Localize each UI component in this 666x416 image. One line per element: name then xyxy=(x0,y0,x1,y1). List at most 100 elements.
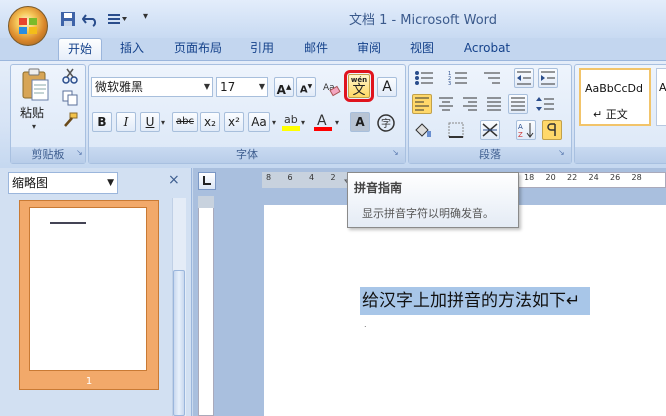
pane-view-value: 缩略图 xyxy=(12,176,49,190)
decrease-indent-icon[interactable] xyxy=(514,68,534,88)
svg-text:A: A xyxy=(317,113,327,129)
borders-icon[interactable] xyxy=(446,120,466,140)
font-name-select[interactable]: 微软雅黑 ▼ xyxy=(91,77,213,97)
shrink-font-icon[interactable]: A▼ xyxy=(296,77,316,97)
chevron-down-icon: ▼ xyxy=(107,178,114,188)
chevron-down-icon: ▼ xyxy=(203,82,210,91)
sort-icon[interactable]: AZ xyxy=(516,120,536,140)
svg-text:3: 3 xyxy=(448,81,451,87)
bold-button[interactable]: B xyxy=(92,112,112,132)
ruler-tick-label: 20 xyxy=(545,173,556,182)
ruler-tick-label: 8 xyxy=(266,173,272,182)
page-thumbnail[interactable] xyxy=(29,207,147,371)
char-border-button[interactable]: A xyxy=(377,77,397,97)
multilevel-list-icon[interactable] xyxy=(481,68,501,88)
align-center-icon[interactable] xyxy=(436,94,456,114)
style-next[interactable]: A xyxy=(656,68,666,126)
cursor-mark: . xyxy=(364,320,367,329)
tab-home[interactable]: 开始 xyxy=(58,38,102,60)
align-left-icon[interactable] xyxy=(412,94,432,114)
svg-text:ab: ab xyxy=(284,113,298,126)
grow-font-icon[interactable]: A▲ xyxy=(274,77,294,97)
window-title: 文档 1 - Microsoft Word xyxy=(348,13,498,28)
show-marks-icon[interactable] xyxy=(542,120,562,140)
ruler-tick-label: 6 xyxy=(287,173,293,182)
clipboard-group-label: 剪贴板 xyxy=(11,147,85,163)
tab-page-layout[interactable]: 页面布局 xyxy=(166,38,230,60)
superscript-button[interactable]: x² xyxy=(224,112,244,132)
align-right-icon[interactable] xyxy=(460,94,480,114)
office-logo-icon xyxy=(19,18,37,34)
paste-button[interactable]: 粘贴 xyxy=(20,104,52,121)
enclose-char-icon[interactable]: 字 xyxy=(375,112,395,132)
font-size-value: 17 xyxy=(220,80,236,94)
tooltip: 拼音指南 显示拼音字符以明确发音。 xyxy=(347,172,519,228)
distributed-icon[interactable] xyxy=(508,94,528,114)
tab-acrobat[interactable]: Acrobat xyxy=(456,38,518,60)
ruler-tick-label: 18 xyxy=(524,173,535,182)
ruler-tick-label: 4 xyxy=(309,173,315,182)
font-name-value: 微软雅黑 xyxy=(95,80,144,94)
svg-text:Z: Z xyxy=(518,131,523,139)
tab-selector-icon[interactable] xyxy=(198,172,216,190)
subscript-button[interactable]: x₂ xyxy=(200,112,220,132)
thumbnail-text-line xyxy=(50,222,86,224)
phonetic-guide-button[interactable]: wén 文 xyxy=(348,74,370,98)
char-shading-icon[interactable]: A xyxy=(350,112,370,132)
svg-text:字: 字 xyxy=(381,117,391,130)
paragraph-group-label: 段落 xyxy=(409,147,571,163)
tab-insert[interactable]: 插入 xyxy=(110,38,154,60)
pane-view-select[interactable]: 缩略图 ▼ xyxy=(8,172,118,194)
highlight-dropdown-icon[interactable]: ▾ xyxy=(301,118,305,127)
ruler-tick-label: 2 xyxy=(330,173,336,182)
style-name: ↵ 正文 xyxy=(593,108,628,121)
tooltip-description: 显示拼音字符以明确发音。 xyxy=(362,207,494,220)
increase-indent-icon[interactable] xyxy=(538,68,558,88)
close-icon[interactable]: × xyxy=(168,172,182,190)
italic-button[interactable]: I xyxy=(116,112,136,132)
paste-dropdown-icon[interactable]: ▾ xyxy=(32,122,36,131)
paste-icon[interactable] xyxy=(20,68,50,102)
phonetic-wen-char: 文 xyxy=(352,83,366,98)
font-color-icon[interactable]: A xyxy=(312,110,332,131)
paragraph-launcher-icon[interactable]: ↘ xyxy=(558,148,565,157)
tab-references[interactable]: 引用 xyxy=(240,38,284,60)
highlight-icon[interactable]: ab xyxy=(280,110,300,131)
font-launcher-icon[interactable]: ↘ xyxy=(392,148,399,157)
clear-format-icon[interactable]: Aa xyxy=(321,77,341,97)
clipboard-launcher-icon[interactable]: ↘ xyxy=(76,148,83,157)
underline-button[interactable]: U xyxy=(140,112,160,132)
office-button[interactable] xyxy=(8,6,48,46)
chevron-down-icon: ▼ xyxy=(258,82,265,91)
font-color-dropdown-icon[interactable]: ▾ xyxy=(335,118,339,127)
underline-dropdown-icon[interactable]: ▾ xyxy=(161,118,165,127)
numbering-icon[interactable]: 123 xyxy=(447,68,467,88)
font-size-select[interactable]: 17 ▼ xyxy=(216,77,268,97)
copy-icon[interactable] xyxy=(62,90,78,106)
pane-scrollbar-thumb[interactable] xyxy=(173,270,185,416)
styles-group-label xyxy=(575,147,666,163)
ruler-tick-label: 22 xyxy=(567,173,578,182)
shading-icon[interactable] xyxy=(412,120,432,140)
case-dropdown-icon[interactable]: ▾ xyxy=(272,118,276,127)
tab-mailings[interactable]: 邮件 xyxy=(294,38,338,60)
tooltip-title: 拼音指南 xyxy=(354,181,403,195)
vertical-ruler[interactable] xyxy=(198,196,214,416)
asian-layout-icon[interactable] xyxy=(480,120,500,140)
change-case-button[interactable]: Aa xyxy=(248,112,270,132)
ruler-tick-label: 28 xyxy=(631,173,642,182)
style-normal[interactable]: AaBbCcDd ↵ 正文 xyxy=(579,68,651,126)
bullets-icon[interactable] xyxy=(413,68,433,88)
format-painter-icon[interactable] xyxy=(62,112,78,128)
tab-review[interactable]: 审阅 xyxy=(347,38,391,60)
ruler-tick-label: 24 xyxy=(588,173,599,182)
svg-text:A: A xyxy=(518,123,523,131)
tab-view[interactable]: 视图 xyxy=(400,38,444,60)
selected-document-text[interactable]: 给汉字上加拼音的方法如下↵ xyxy=(360,287,590,315)
vruler-margin-top xyxy=(198,196,214,208)
font-group-label: 字体 xyxy=(89,147,405,163)
line-spacing-icon[interactable] xyxy=(534,94,554,114)
strikethrough-button[interactable]: abc xyxy=(172,112,198,132)
cut-icon[interactable] xyxy=(62,68,78,84)
justify-icon[interactable] xyxy=(484,94,504,114)
